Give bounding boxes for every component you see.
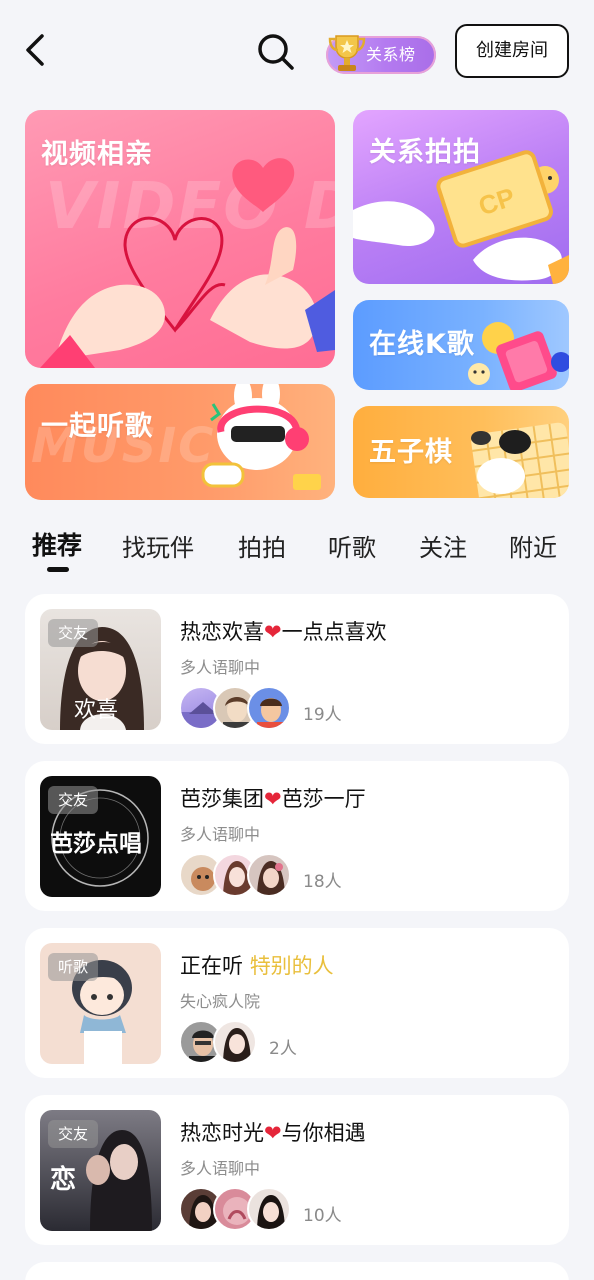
avatar: [247, 686, 291, 730]
gomoku-banner[interactable]: 五子棋: [353, 406, 569, 498]
listen-together-title: 一起听歌: [41, 411, 153, 442]
room-tag: 交友: [48, 1120, 99, 1148]
video-date-banner[interactable]: VIDEO DATE 视频相亲: [25, 110, 335, 368]
room-tag: 交友: [48, 786, 99, 814]
room-card[interactable]: 听歌 正在听 特别的人 失心疯人院 2人: [25, 928, 569, 1078]
create-room-button[interactable]: 创建房间: [455, 24, 569, 78]
online-karaoke-banner[interactable]: 在线K歌: [353, 300, 569, 390]
tab-recommend[interactable]: 推荐: [32, 526, 82, 562]
tab-find-partner[interactable]: 找玩伴: [122, 528, 194, 563]
room-card[interactable]: [25, 1262, 569, 1280]
search-icon: [258, 34, 294, 70]
pinky-promise-illustration: [40, 158, 335, 368]
active-tab-indicator: [47, 567, 69, 572]
listen-together-banner[interactable]: MUSIC 一起听歌: [25, 384, 335, 500]
relationship-rank-button[interactable]: 关系榜: [326, 35, 436, 74]
trophy-icon: [328, 35, 366, 71]
member-count: 18人: [303, 872, 342, 892]
member-count: 10人: [303, 1206, 342, 1226]
room-status: 失心疯人院: [180, 992, 261, 1011]
tab-nearby[interactable]: 附近: [509, 528, 557, 563]
cp-card-illustration: CP: [353, 150, 569, 284]
room-name: 热恋欢喜❤一点点喜欢: [180, 620, 387, 644]
room-cover: 听歌: [40, 943, 161, 1064]
room-name: 正在听 特别的人: [180, 954, 334, 978]
tab-following[interactable]: 关注: [419, 528, 467, 563]
tab-listen[interactable]: 听歌: [328, 528, 376, 563]
relationship-photo-banner[interactable]: 关系拍拍 CP: [353, 110, 569, 284]
avatar: [247, 853, 291, 897]
back-button[interactable]: [20, 30, 56, 70]
heart-icon: ❤: [264, 620, 282, 644]
heart-icon: ❤: [264, 1121, 282, 1145]
category-tabs: 推荐 找玩伴 拍拍 听歌 关注 附近: [0, 520, 594, 580]
room-tag: 交友: [48, 619, 99, 647]
room-cover: 芭莎点唱 交友: [40, 776, 161, 897]
heart-icon: ❤: [264, 787, 282, 811]
room-name: 芭莎集团❤芭莎一厅: [180, 787, 366, 811]
avatar: [213, 1020, 257, 1064]
chevron-left-icon: [26, 34, 44, 66]
headphone-bunny-illustration: [201, 384, 321, 490]
rank-label: 关系榜: [366, 45, 416, 64]
member-count: 19人: [303, 705, 342, 725]
room-status: 多人语聊中: [180, 1159, 261, 1178]
room-status: 多人语聊中: [180, 825, 261, 844]
cover-title: 芭莎点唱: [50, 830, 142, 857]
room-name: 热恋时光❤与你相遇: [180, 1121, 366, 1145]
avatar: [247, 1187, 291, 1231]
room-tag: 听歌: [48, 953, 99, 981]
go-board-illustration: [471, 422, 569, 498]
cover-title: 欢喜: [74, 698, 118, 723]
room-card[interactable]: 芭莎点唱 交友 芭莎集团❤芭莎一厅 多人语聊中 18人: [25, 761, 569, 911]
room-status: 多人语聊中: [180, 658, 261, 677]
room-cover: 恋 交友: [40, 1110, 161, 1231]
cover-title: 恋: [50, 1164, 76, 1195]
microphone-illustration: [468, 322, 569, 390]
room-cover: 欢喜 交友: [40, 609, 161, 730]
top-bar: 关系榜 创建房间: [0, 0, 594, 100]
room-card[interactable]: 欢喜 交友 热恋欢喜❤一点点喜欢 多人语聊中 19人: [25, 594, 569, 744]
song-title: 特别的人: [249, 954, 334, 978]
search-button[interactable]: [252, 28, 298, 74]
member-count: 2人: [269, 1039, 297, 1059]
room-card[interactable]: 恋 交友 热恋时光❤与你相遇 多人语聊中 10人: [25, 1095, 569, 1245]
tab-photo[interactable]: 拍拍: [238, 528, 286, 563]
